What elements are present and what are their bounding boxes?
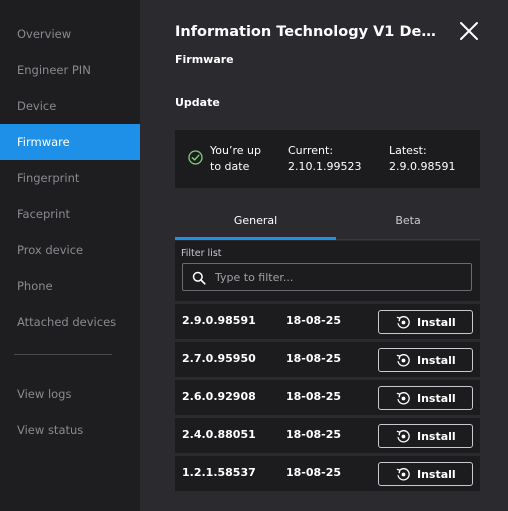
install-icon — [396, 315, 411, 330]
install-icon — [396, 391, 411, 406]
install-button[interactable]: Install — [378, 424, 473, 448]
install-label: Install — [417, 354, 456, 367]
install-button[interactable]: Install — [378, 310, 473, 334]
filter-input[interactable] — [215, 268, 455, 286]
check-circle-icon — [188, 150, 203, 165]
install-icon — [396, 467, 411, 482]
status-line-2: to date — [210, 160, 250, 173]
install-button[interactable]: Install — [378, 386, 473, 410]
filter-panel: Filter list — [175, 241, 480, 301]
sidebar-item-phone[interactable]: Phone — [0, 268, 140, 304]
firmware-row: 2.9.0.98591 18-08-25 Install — [175, 304, 480, 339]
install-icon — [396, 429, 411, 444]
channel-tabs: General Beta — [175, 207, 480, 240]
page-subtitle: Firmware — [175, 53, 234, 66]
sidebar-item-fingerprint[interactable]: Fingerprint — [0, 160, 140, 196]
main-panel: Information Technology V1 Device Firmwar… — [140, 0, 508, 511]
current-version-block: Current: 2.10.1.99523 — [288, 143, 361, 175]
firmware-version: 2.7.0.95950 — [182, 352, 256, 365]
current-label: Current: — [288, 144, 334, 157]
firmware-row: 1.2.1.58537 18-08-25 Install — [175, 456, 480, 491]
up-to-date-status: You’re up to date — [210, 143, 261, 175]
tab-active-indicator — [175, 237, 336, 240]
latest-version-block: Latest: 2.9.0.98591 — [389, 143, 455, 175]
sidebar-item-firmware[interactable]: Firmware — [0, 124, 140, 160]
close-icon[interactable] — [458, 20, 480, 42]
sidebar: Overview Engineer PIN Device Firmware Fi… — [0, 0, 140, 511]
firmware-date: 18-08-25 — [286, 352, 342, 365]
firmware-date: 18-08-25 — [286, 466, 342, 479]
firmware-date: 18-08-25 — [286, 314, 342, 327]
firmware-version: 2.9.0.98591 — [182, 314, 256, 327]
sidebar-divider — [14, 354, 112, 355]
filter-field[interactable] — [182, 263, 472, 291]
update-section-label: Update — [175, 96, 220, 109]
sidebar-item-engineer-pin[interactable]: Engineer PIN — [0, 52, 140, 88]
latest-label: Latest: — [389, 144, 427, 157]
firmware-row: 2.6.0.92908 18-08-25 Install — [175, 380, 480, 415]
sidebar-item-faceprint[interactable]: Faceprint — [0, 196, 140, 232]
firmware-version: 1.2.1.58537 — [182, 466, 256, 479]
tab-general[interactable]: General — [175, 207, 336, 240]
status-line-1: You’re up — [210, 144, 261, 157]
tab-beta[interactable]: Beta — [336, 207, 480, 240]
filter-label: Filter list — [181, 248, 222, 259]
sidebar-item-view-logs[interactable]: View logs — [0, 376, 140, 412]
current-version: 2.10.1.99523 — [288, 160, 362, 173]
firmware-row: 2.4.0.88051 18-08-25 Install — [175, 418, 480, 453]
search-icon — [192, 270, 206, 285]
install-button[interactable]: Install — [378, 348, 473, 372]
sidebar-item-attached-devices[interactable]: Attached devices — [0, 304, 140, 340]
sidebar-item-device[interactable]: Device — [0, 88, 140, 124]
install-label: Install — [417, 468, 456, 481]
firmware-version: 2.6.0.92908 — [182, 390, 256, 403]
latest-version: 2.9.0.98591 — [389, 160, 456, 173]
install-button[interactable]: Install — [378, 462, 473, 486]
firmware-date: 18-08-25 — [286, 428, 342, 441]
page-title: Information Technology V1 Device — [175, 24, 445, 40]
install-label: Install — [417, 316, 456, 329]
update-status-card: You’re up to date Current: 2.10.1.99523 … — [175, 130, 480, 188]
install-label: Install — [417, 430, 456, 443]
firmware-date: 18-08-25 — [286, 390, 342, 403]
firmware-version: 2.4.0.88051 — [182, 428, 256, 441]
sidebar-item-overview[interactable]: Overview — [0, 16, 140, 52]
sidebar-item-prox-device[interactable]: Prox device — [0, 232, 140, 268]
install-icon — [396, 353, 411, 368]
sidebar-item-view-status[interactable]: View status — [0, 412, 140, 448]
install-label: Install — [417, 392, 456, 405]
firmware-row: 2.7.0.95950 18-08-25 Install — [175, 342, 480, 377]
